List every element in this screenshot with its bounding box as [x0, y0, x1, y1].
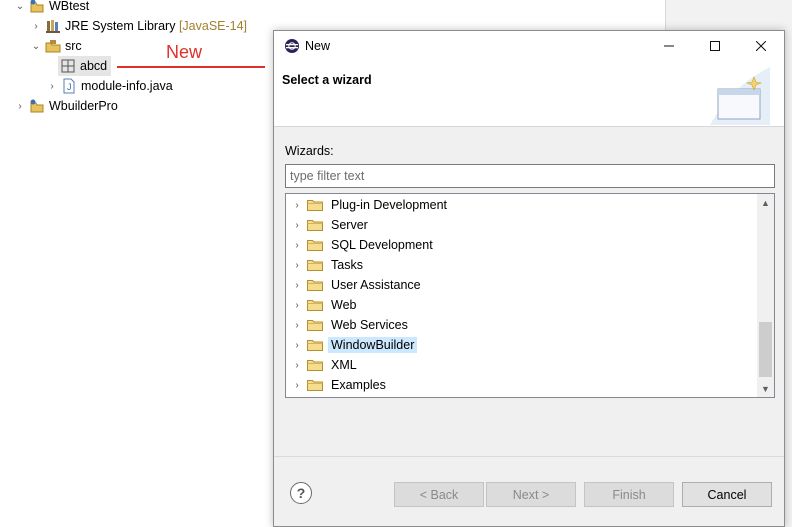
folder-icon	[307, 279, 323, 291]
wizard-category-item[interactable]: › Tasks	[286, 255, 756, 275]
java-project-icon	[29, 98, 45, 114]
help-icon[interactable]: ?	[290, 482, 312, 504]
dialog-title: New	[305, 39, 331, 53]
wizard-category-item[interactable]: › WindowBuilder	[286, 335, 756, 355]
wizard-category-label: SQL Development	[331, 238, 433, 252]
eclipse-icon	[284, 38, 300, 54]
folder-icon	[307, 219, 323, 231]
java-file-icon: J	[61, 78, 77, 94]
page-title: Select a wizard	[282, 73, 372, 87]
wizard-category-label: Tasks	[331, 258, 363, 272]
chevron-right-icon[interactable]: ›	[291, 279, 303, 291]
chevron-right-icon[interactable]: ›	[291, 299, 303, 311]
vertical-scrollbar[interactable]: ▲ ▼	[757, 194, 774, 397]
folder-icon	[307, 359, 323, 371]
tree-item-src[interactable]: ⌄ src	[30, 36, 82, 56]
wizard-category-item[interactable]: › Server	[286, 215, 756, 235]
maximize-button[interactable]	[692, 31, 738, 61]
cancel-button[interactable]: Cancel	[682, 482, 772, 507]
chevron-right-icon[interactable]: ›	[291, 339, 303, 351]
folder-icon	[307, 259, 323, 271]
tree-item-abcd[interactable]: abcd	[58, 56, 112, 76]
wizard-filter-input[interactable]	[285, 164, 775, 188]
back-button[interactable]: < Back	[394, 482, 484, 507]
next-button[interactable]: Next >	[486, 482, 576, 507]
wizard-tree[interactable]: › Plug-in Development › Server › SQL Developm…	[285, 193, 775, 398]
wizard-category-item[interactable]: › Plug-in Development	[286, 195, 756, 215]
wizards-label: Wizards:	[285, 144, 334, 158]
dialog-titlebar[interactable]: New	[274, 31, 784, 61]
tree-item-module-info[interactable]: › J module-info.java	[46, 76, 173, 96]
footer-separator	[274, 456, 784, 457]
source-folder-icon	[45, 38, 61, 54]
wizard-category-item[interactable]: › Examples	[286, 375, 756, 395]
minimize-button[interactable]	[646, 31, 692, 61]
scroll-down-icon[interactable]: ▼	[757, 380, 774, 397]
library-icon	[45, 18, 61, 34]
folder-icon	[307, 319, 323, 331]
wizard-category-label: Server	[331, 218, 368, 232]
tree-item-label: abcd	[80, 59, 108, 73]
folder-icon	[307, 379, 323, 391]
wizard-category-label: WindowBuilder	[328, 337, 418, 353]
chevron-right-icon[interactable]: ›	[291, 219, 303, 231]
wizard-category-item[interactable]: › Web Services	[286, 315, 756, 335]
tree-item-label: module-info.java	[81, 79, 173, 93]
tree-item-label: src	[65, 39, 82, 53]
wizard-category-label: Plug-in Development	[331, 198, 448, 212]
folder-icon	[307, 299, 323, 311]
chevron-right-icon[interactable]: ›	[291, 199, 303, 211]
wizard-category-item[interactable]: › Web	[286, 295, 756, 315]
close-icon	[756, 41, 766, 51]
chevron-right-icon[interactable]: ›	[30, 20, 42, 32]
tree-item-label: WBtest	[49, 0, 90, 13]
chevron-right-icon[interactable]: ›	[291, 319, 303, 331]
wizard-category-label: Web	[331, 298, 357, 312]
close-button[interactable]	[738, 31, 784, 61]
wizard-category-label: Web Services	[331, 318, 408, 332]
finish-button[interactable]: Finish	[584, 482, 674, 507]
tree-item-decoration: [JavaSE-14]	[178, 19, 248, 33]
wizard-category-label: User Assistance	[331, 278, 421, 292]
minimize-icon	[664, 45, 674, 47]
annotation-label: New	[166, 42, 203, 62]
svg-text:J: J	[67, 82, 72, 92]
chevron-right-icon[interactable]: ›	[14, 100, 26, 112]
wizard-category-label: XML	[331, 358, 357, 372]
new-wizard-dialog: New Select a wizard Wizards: › Plug-in De…	[273, 30, 785, 527]
chevron-right-icon[interactable]: ›	[291, 239, 303, 251]
tree-item-wbuilderpro[interactable]: › WbuilderPro	[14, 96, 118, 116]
wizard-category-item[interactable]: › XML	[286, 355, 756, 375]
folder-icon	[307, 339, 323, 351]
tree-item-label: WbuilderPro	[49, 99, 118, 113]
scroll-up-icon[interactable]: ▲	[757, 194, 774, 211]
chevron-right-icon[interactable]: ›	[291, 379, 303, 391]
tree-item-label: JRE System Library	[65, 19, 176, 33]
chevron-right-icon[interactable]: ›	[291, 359, 303, 371]
chevron-right-icon[interactable]: ›	[46, 80, 58, 92]
maximize-icon	[710, 41, 720, 51]
tree-item-wbtest[interactable]: ⌄ WBtest	[14, 0, 89, 16]
tree-item-jre-library[interactable]: › JRE System Library [JavaSE-14]	[30, 16, 247, 36]
folder-icon	[307, 239, 323, 251]
java-project-icon	[29, 0, 45, 14]
chevron-down-icon[interactable]: ⌄	[30, 40, 42, 52]
chevron-down-icon[interactable]: ⌄	[14, 0, 26, 12]
wizard-category-item[interactable]: › User Assistance	[286, 275, 756, 295]
package-icon	[60, 58, 76, 74]
folder-icon	[307, 199, 323, 211]
wizard-banner: Select a wizard	[274, 61, 784, 127]
wizard-category-item[interactable]: › SQL Development	[286, 235, 756, 255]
new-wizard-graphic-icon	[710, 67, 770, 125]
scrollbar-thumb[interactable]	[759, 322, 772, 377]
chevron-right-icon[interactable]: ›	[291, 259, 303, 271]
wizard-category-label: Examples	[331, 378, 386, 392]
annotation-line	[117, 66, 265, 68]
